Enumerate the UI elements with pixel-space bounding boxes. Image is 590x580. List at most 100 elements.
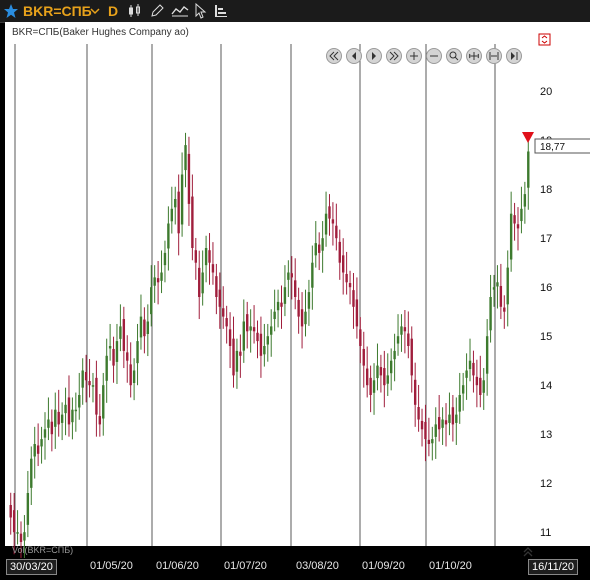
candle xyxy=(139,316,143,338)
x-tick-label: 01/06/20 xyxy=(156,560,199,572)
candle xyxy=(520,208,523,222)
candle xyxy=(372,380,376,393)
chevron-down-icon[interactable] xyxy=(89,4,105,20)
candle xyxy=(30,458,33,488)
x-tick-label: 01/09/20 xyxy=(362,560,405,572)
candle xyxy=(341,255,345,273)
candle xyxy=(304,311,307,325)
zoom-search-icon[interactable] xyxy=(446,48,462,64)
candle xyxy=(407,333,410,346)
candle xyxy=(451,407,455,425)
candle xyxy=(492,287,496,290)
candle xyxy=(67,397,71,425)
candle xyxy=(47,419,50,428)
zoom-in-icon[interactable] xyxy=(406,48,422,64)
candle xyxy=(410,338,413,376)
candle xyxy=(424,421,427,440)
candle xyxy=(352,290,355,307)
end-date: 16/11/20 xyxy=(528,559,579,575)
collapse-up-icon[interactable] xyxy=(523,547,533,557)
y-tick-label: 20 xyxy=(540,86,552,98)
chart-panel[interactable]: BKR=СПБ(Baker Hughes Company ао) 11 12 13 1… xyxy=(5,22,590,558)
candle xyxy=(417,407,420,420)
alert-icon[interactable] xyxy=(538,33,551,46)
candle xyxy=(345,273,348,283)
candle xyxy=(461,385,465,394)
candle xyxy=(280,302,283,307)
candle xyxy=(232,338,235,376)
previous-icon[interactable] xyxy=(346,48,362,64)
candle xyxy=(503,307,506,312)
start-date: 30/03/20 xyxy=(6,559,57,575)
symbol-label[interactable]: BKR=СПБ xyxy=(23,0,92,22)
pencil-icon[interactable] xyxy=(149,3,165,19)
star-icon[interactable] xyxy=(3,3,19,19)
fit-horizontal-icon[interactable] xyxy=(466,48,482,64)
candle xyxy=(276,301,280,311)
candle xyxy=(146,321,150,334)
candle xyxy=(235,350,239,372)
candle xyxy=(431,439,434,444)
candle xyxy=(170,208,174,222)
scroll-end-icon[interactable] xyxy=(506,48,522,64)
candle xyxy=(9,505,12,518)
price-chart[interactable]: BKR=СПБ(Baker Hughes Company ао) 11 12 13 1… xyxy=(5,22,590,558)
candle xyxy=(208,250,211,263)
candle xyxy=(355,299,359,327)
candle xyxy=(434,424,437,437)
y-tick-label: 14 xyxy=(540,380,552,392)
candle xyxy=(386,375,389,384)
candle xyxy=(311,262,314,288)
candle xyxy=(427,439,431,444)
zoom-out-icon[interactable] xyxy=(426,48,442,64)
candle xyxy=(163,252,167,266)
first-icon[interactable] xyxy=(326,48,342,64)
candle xyxy=(482,380,485,393)
volume-label: Vol(BKR=СПБ) xyxy=(12,545,73,555)
candle xyxy=(112,348,115,366)
candle xyxy=(383,368,386,386)
cursor-icon[interactable] xyxy=(193,2,209,19)
y-tick-label: 11 xyxy=(540,527,551,539)
candle xyxy=(12,510,16,533)
fit-range-icon[interactable] xyxy=(486,48,502,64)
x-tick-label: 01/10/20 xyxy=(429,560,472,572)
next-icon[interactable] xyxy=(366,48,382,64)
candle xyxy=(126,352,129,361)
candle xyxy=(294,280,297,297)
layout-icon[interactable] xyxy=(213,3,229,19)
candle xyxy=(143,319,146,337)
candle xyxy=(465,370,468,378)
candle xyxy=(228,329,232,346)
candle xyxy=(102,385,105,419)
studies-icon[interactable] xyxy=(171,3,189,19)
candle xyxy=(362,348,365,366)
toolbar: BKR=СПБ D xyxy=(0,0,590,23)
candle xyxy=(194,250,198,263)
candle xyxy=(136,341,139,364)
candle xyxy=(91,385,95,387)
chart-window: BKR=СПБ D BKR=СПБ(Baker Hughes Company а… xyxy=(0,0,590,580)
last-icon[interactable] xyxy=(386,48,402,64)
candle xyxy=(242,321,245,351)
candle xyxy=(26,493,30,525)
y-tick-label: 12 xyxy=(540,478,552,490)
candle xyxy=(180,174,184,225)
candle xyxy=(324,213,328,235)
y-tick-label: 15 xyxy=(540,331,552,343)
candle xyxy=(211,264,215,273)
candle xyxy=(420,420,424,430)
candle xyxy=(191,196,194,248)
candle xyxy=(218,289,221,307)
candle xyxy=(441,419,444,428)
chart-title: BKR=СПБ(Baker Hughes Company ао) xyxy=(12,27,189,38)
interval-selector[interactable]: D xyxy=(108,0,118,22)
candle xyxy=(376,365,379,379)
candle xyxy=(252,327,256,332)
x-tick-label: 01/07/20 xyxy=(224,560,267,572)
candlestick-icon[interactable] xyxy=(127,3,143,19)
candle xyxy=(348,283,352,288)
candle xyxy=(215,276,218,297)
candle xyxy=(36,445,40,454)
candle xyxy=(300,309,304,327)
